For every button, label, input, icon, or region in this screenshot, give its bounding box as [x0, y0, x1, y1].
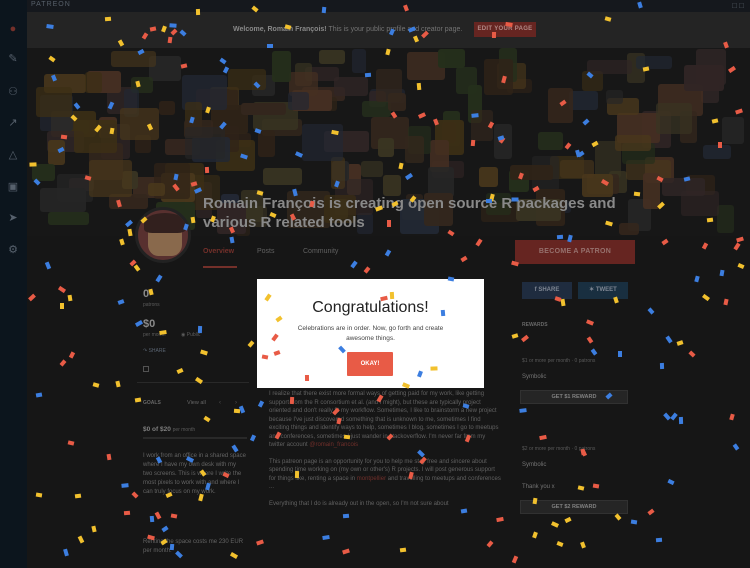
modal-body: Celebrations are in order. Now, go forth…	[297, 325, 444, 342]
congratulations-modal: Congratulations! Celebrations are in ord…	[257, 279, 484, 388]
modal-title: Congratulations!	[312, 299, 429, 316]
okay-button[interactable]: OKAY!	[347, 352, 393, 376]
patreon-page: ● ✎ ⚇ ↗ △ ▣ ➤ ⚙ PATREON □ □ Welcome, Rom…	[0, 0, 750, 568]
